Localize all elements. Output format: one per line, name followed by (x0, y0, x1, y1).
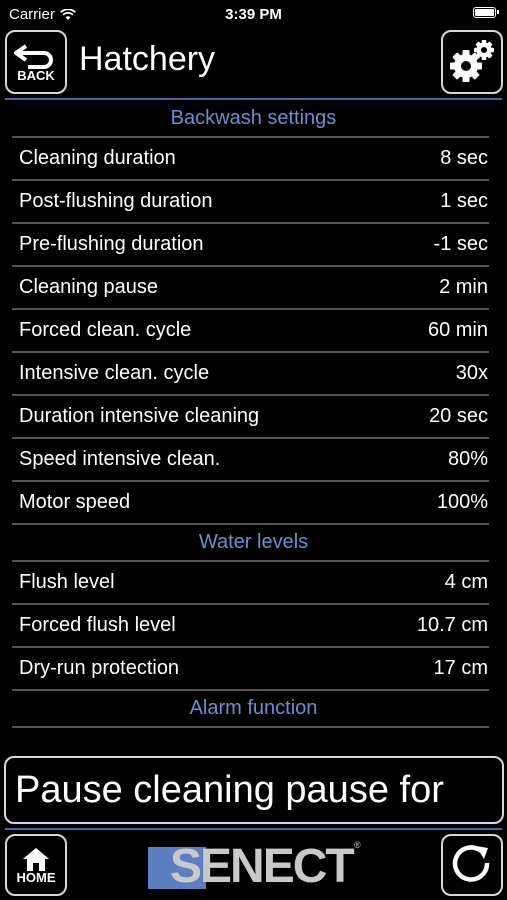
setting-value: 20 sec (429, 405, 488, 427)
home-button[interactable]: HOME (5, 834, 67, 896)
registered-mark: ® (354, 840, 361, 850)
setting-label: Dry-run protection (19, 657, 180, 679)
section-header-alarm-function: Alarm function (189, 697, 318, 719)
senect-logo: SENECT ® (148, 838, 363, 894)
setting-label: Cleaning duration (19, 147, 176, 169)
gears-icon (450, 40, 494, 82)
battery-icon (473, 7, 499, 18)
logo-wordmark: SENECT (170, 840, 355, 893)
setting-row-flush-level[interactable]: Flush level 4 cm (0, 562, 507, 603)
setting-row-dry-run-protection[interactable]: Dry-run protection 17 cm (0, 648, 507, 689)
setting-label: Cleaning pause (19, 276, 158, 298)
setting-label: Duration intensive cleaning (19, 405, 260, 427)
setting-row-cleaning-duration[interactable]: Cleaning duration 8 sec (0, 138, 507, 179)
setting-row-motor-speed[interactable]: Motor speed 100% (0, 482, 507, 523)
setting-value: 2 min (439, 276, 488, 298)
settings-list[interactable]: Backwash settings Cleaning duration 8 se… (0, 101, 507, 750)
setting-label: Speed intensive clean. (19, 448, 221, 470)
setting-value: 8 sec (440, 147, 488, 169)
row-divider (12, 726, 489, 728)
setting-row-cleaning-pause[interactable]: Cleaning pause 2 min (0, 267, 507, 308)
setting-value: 17 cm (433, 657, 488, 679)
setting-row-duration-intensive-cleaning[interactable]: Duration intensive cleaning 20 sec (0, 396, 507, 437)
setting-row-speed-intensive-clean[interactable]: Speed intensive clean. 80% (0, 439, 507, 480)
setting-label: Motor speed (19, 491, 131, 513)
setting-value: 10.7 cm (416, 614, 488, 636)
section-header-backwash: Backwash settings (170, 107, 337, 129)
home-icon (23, 847, 49, 871)
setting-value: -1 sec (433, 233, 488, 255)
setting-value: 60 min (427, 319, 488, 341)
setting-value: 80% (447, 448, 488, 470)
setting-row-forced-flush-level[interactable]: Forced flush level 10.7 cm (0, 605, 507, 646)
clock: 3:39 PM (225, 6, 282, 23)
refresh-icon (452, 845, 490, 882)
page-title: Hatchery (79, 40, 216, 78)
back-label: BACK (17, 67, 55, 83)
setting-label: Forced flush level (19, 614, 176, 636)
home-label: HOME (16, 869, 56, 885)
setting-label: Flush level (19, 571, 115, 593)
setting-label: Intensive clean. cycle (19, 362, 210, 384)
back-arrow-icon (14, 43, 53, 69)
status-ticker: Pause cleaning pause for (4, 756, 504, 824)
setting-value: 30x (455, 362, 488, 384)
setting-row-pre-flushing-duration[interactable]: Pre-flushing duration -1 sec (0, 224, 507, 265)
refresh-button[interactable] (441, 834, 503, 896)
setting-row-forced-clean-cycle[interactable]: Forced clean. cycle 60 min (0, 310, 507, 351)
setting-value: 1 sec (440, 190, 488, 212)
footer-divider (5, 828, 502, 830)
setting-value: 100% (436, 491, 488, 513)
setting-label: Post-flushing duration (19, 190, 213, 212)
back-button[interactable]: BACK (5, 30, 67, 94)
setting-row-post-flushing-duration[interactable]: Post-flushing duration 1 sec (0, 181, 507, 222)
setting-label: Forced clean. cycle (19, 319, 192, 341)
status-bar: Carrier 3:39 PM (0, 0, 507, 28)
section-header-water-levels: Water levels (198, 531, 309, 553)
settings-button[interactable] (441, 30, 503, 94)
setting-value: 4 cm (444, 571, 488, 593)
setting-row-intensive-clean-cycle[interactable]: Intensive clean. cycle 30x (0, 353, 507, 394)
header-divider (5, 98, 502, 100)
setting-label: Pre-flushing duration (19, 233, 204, 255)
